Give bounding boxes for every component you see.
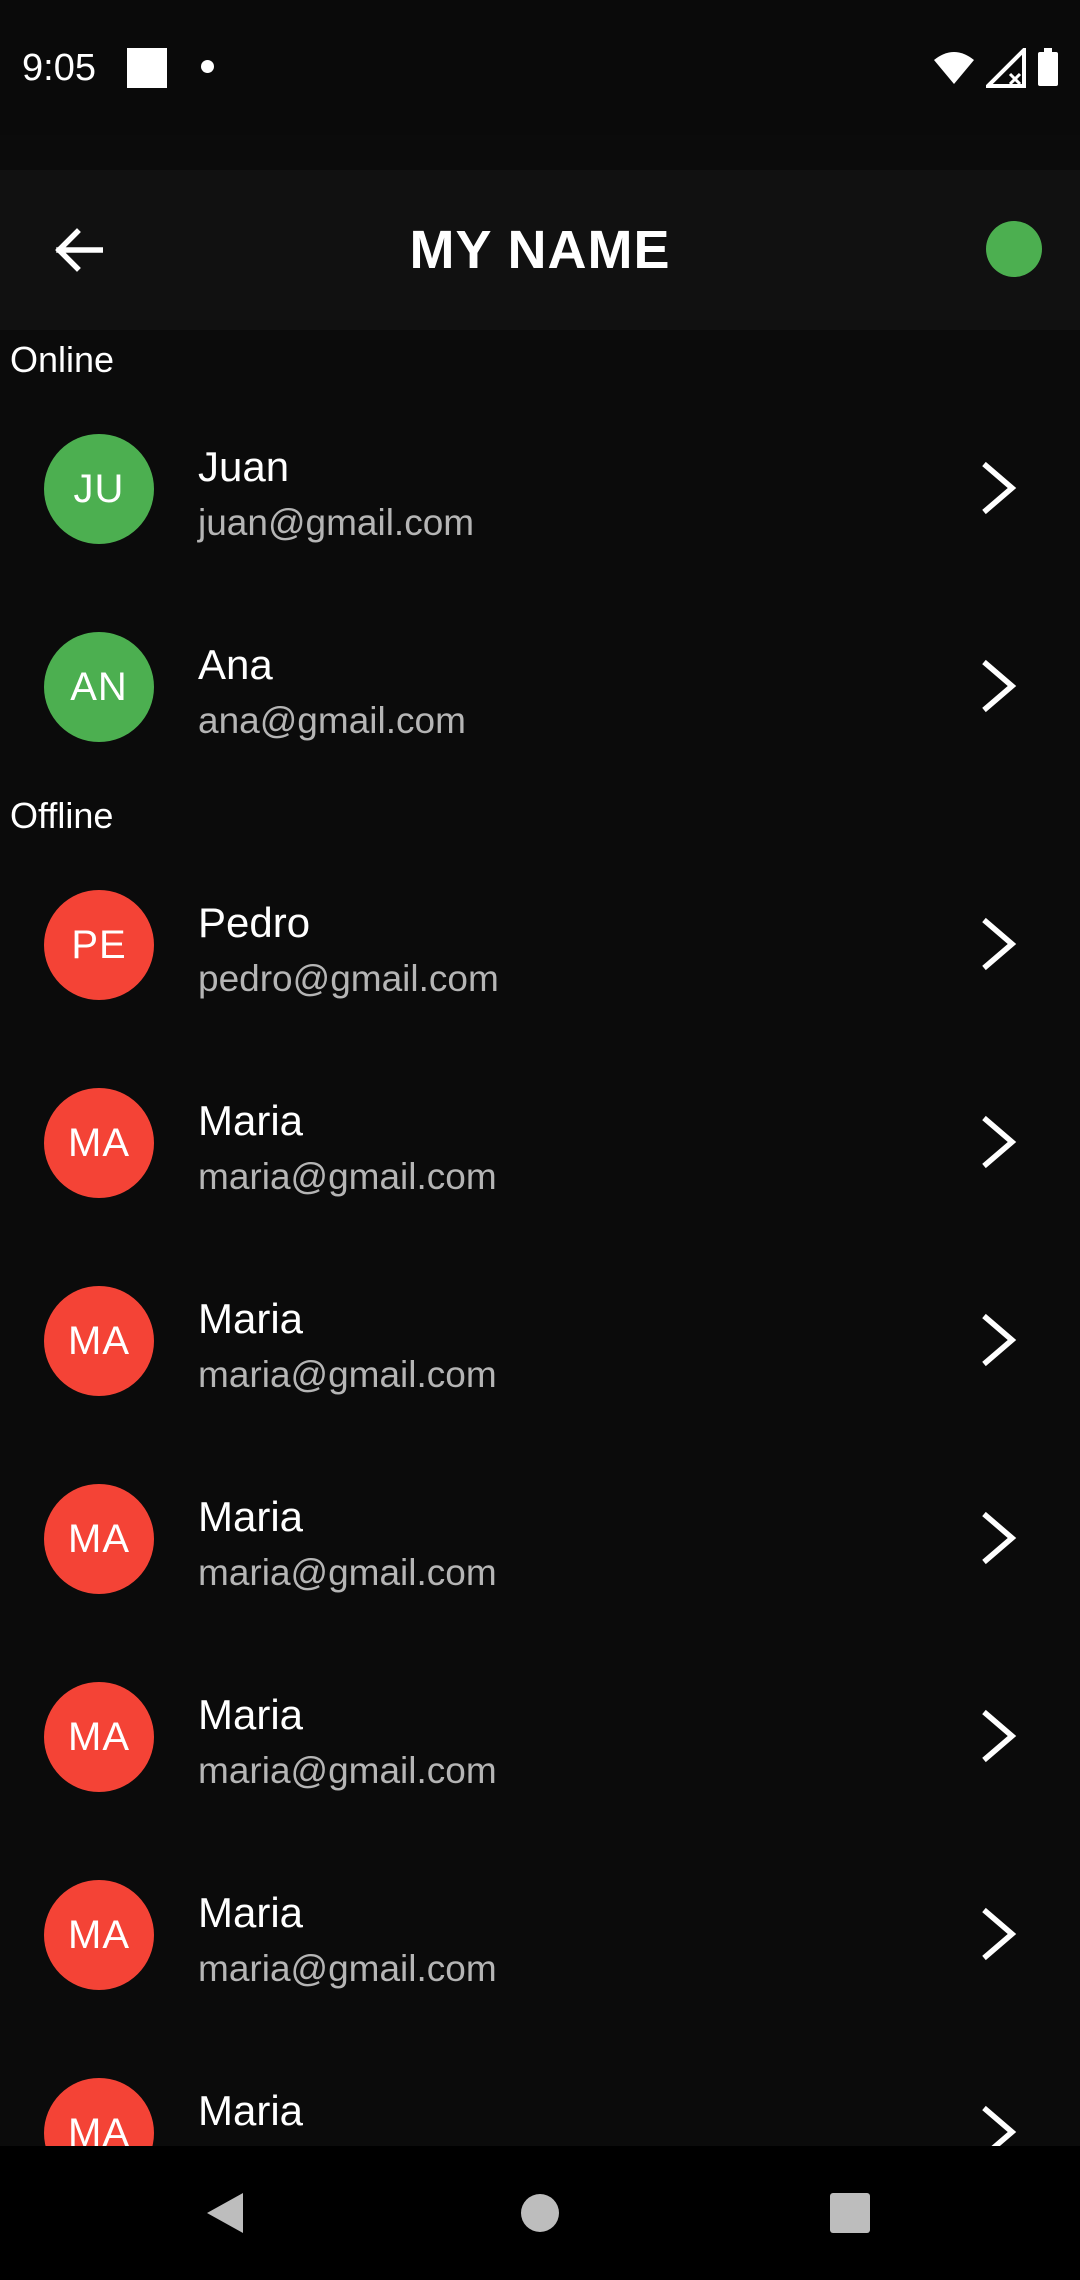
battery-icon [1038, 48, 1058, 86]
contact-email: maria@gmail.com [198, 1750, 497, 1791]
page-title: MY NAME [409, 220, 671, 280]
chevron-right-icon [982, 2105, 1017, 2146]
avatar: MA [44, 1484, 154, 1594]
section-header: Online [10, 339, 115, 380]
back-button[interactable] [36, 208, 120, 292]
contact-email: ana@gmail.com [198, 700, 466, 741]
contact-list[interactable]: Online JU Juan juan@gmail.com AN Ana ana@gmail… [0, 330, 1080, 2146]
chevron-right-icon [982, 1709, 1017, 1763]
home-circle-icon [521, 2194, 559, 2232]
app-bar: MY NAME [0, 170, 1080, 330]
chevron-right-icon [982, 659, 1017, 713]
chevron-right-icon [982, 1115, 1017, 1169]
contact-name: Maria [198, 1889, 304, 1936]
contact-list-item[interactable]: MA Maria maria@gmail.com [0, 1242, 1080, 1440]
wifi-icon [934, 52, 974, 84]
contact-name: Ana [198, 641, 273, 688]
square-notification-icon [127, 48, 167, 88]
contact-name: Maria [198, 1097, 304, 1144]
avatar: MA [44, 1286, 154, 1396]
contact-list-item[interactable]: AN Ana ana@gmail.com [0, 588, 1080, 786]
contact-email: pedro@gmail.com [198, 958, 499, 999]
contact-email: maria@gmail.com [198, 1156, 497, 1197]
chevron-right-icon [982, 1511, 1017, 1565]
contact-email: maria@gmail.com [198, 1354, 497, 1395]
contact-list-item[interactable]: MA Maria maria@gmail.com [0, 1440, 1080, 1638]
chevron-right-icon [982, 1907, 1017, 1961]
contact-name: Juan [198, 443, 290, 490]
avatar: MA [44, 1088, 154, 1198]
avatar: AN [44, 632, 154, 742]
status-icons [932, 44, 1060, 92]
contact-name: Maria [198, 1691, 304, 1738]
contact-list-item[interactable]: MA Maria maria@gmail.com [0, 1044, 1080, 1242]
avatar: JU [44, 434, 154, 544]
contact-list-item[interactable]: MA Maria maria@gmail.com [0, 1638, 1080, 1836]
nav-back-button[interactable] [158, 2146, 292, 2280]
section-header: Offline [10, 795, 114, 836]
contact-name: Pedro [198, 899, 311, 946]
contact-email: maria@gmail.com [198, 1948, 497, 1989]
back-triangle-icon [207, 2193, 243, 2233]
chevron-right-icon [982, 1313, 1017, 1367]
avatar: PE [44, 890, 154, 1000]
dot-icon [201, 60, 214, 73]
contact-list-item[interactable]: MAMariamaria@gmail.com [0, 2034, 1080, 2146]
status-time: 9:05 [22, 47, 96, 89]
contact-name: Maria [198, 1295, 304, 1342]
nav-home-button[interactable] [473, 2146, 607, 2280]
nav-recents-button[interactable] [783, 2146, 917, 2280]
signal-icon [986, 48, 1026, 88]
avatar: MA [44, 2078, 154, 2146]
status-indicator-dot [986, 221, 1042, 277]
chevron-right-icon [982, 917, 1017, 971]
contact-name: Maria [198, 1493, 304, 1540]
avatar: MA [44, 1682, 154, 1792]
contact-list-item[interactable]: MA Maria maria@gmail.com [0, 1836, 1080, 2034]
status-bar: 9:05 [0, 0, 1080, 135]
navigation-bar [0, 2146, 1080, 2280]
recents-square-icon [830, 2193, 870, 2233]
chevron-right-icon [982, 461, 1017, 515]
arrow-back-icon [55, 228, 103, 272]
contact-list-item[interactable]: PE Pedro pedro@gmail.com [0, 846, 1080, 1044]
contact-name: Maria [198, 2087, 304, 2134]
contact-email: maria@gmail.com [198, 1552, 497, 1593]
contact-email: juan@gmail.com [198, 502, 475, 543]
avatar: MA [44, 1880, 154, 1990]
contact-list-item[interactable]: JU Juan juan@gmail.com [0, 390, 1080, 588]
